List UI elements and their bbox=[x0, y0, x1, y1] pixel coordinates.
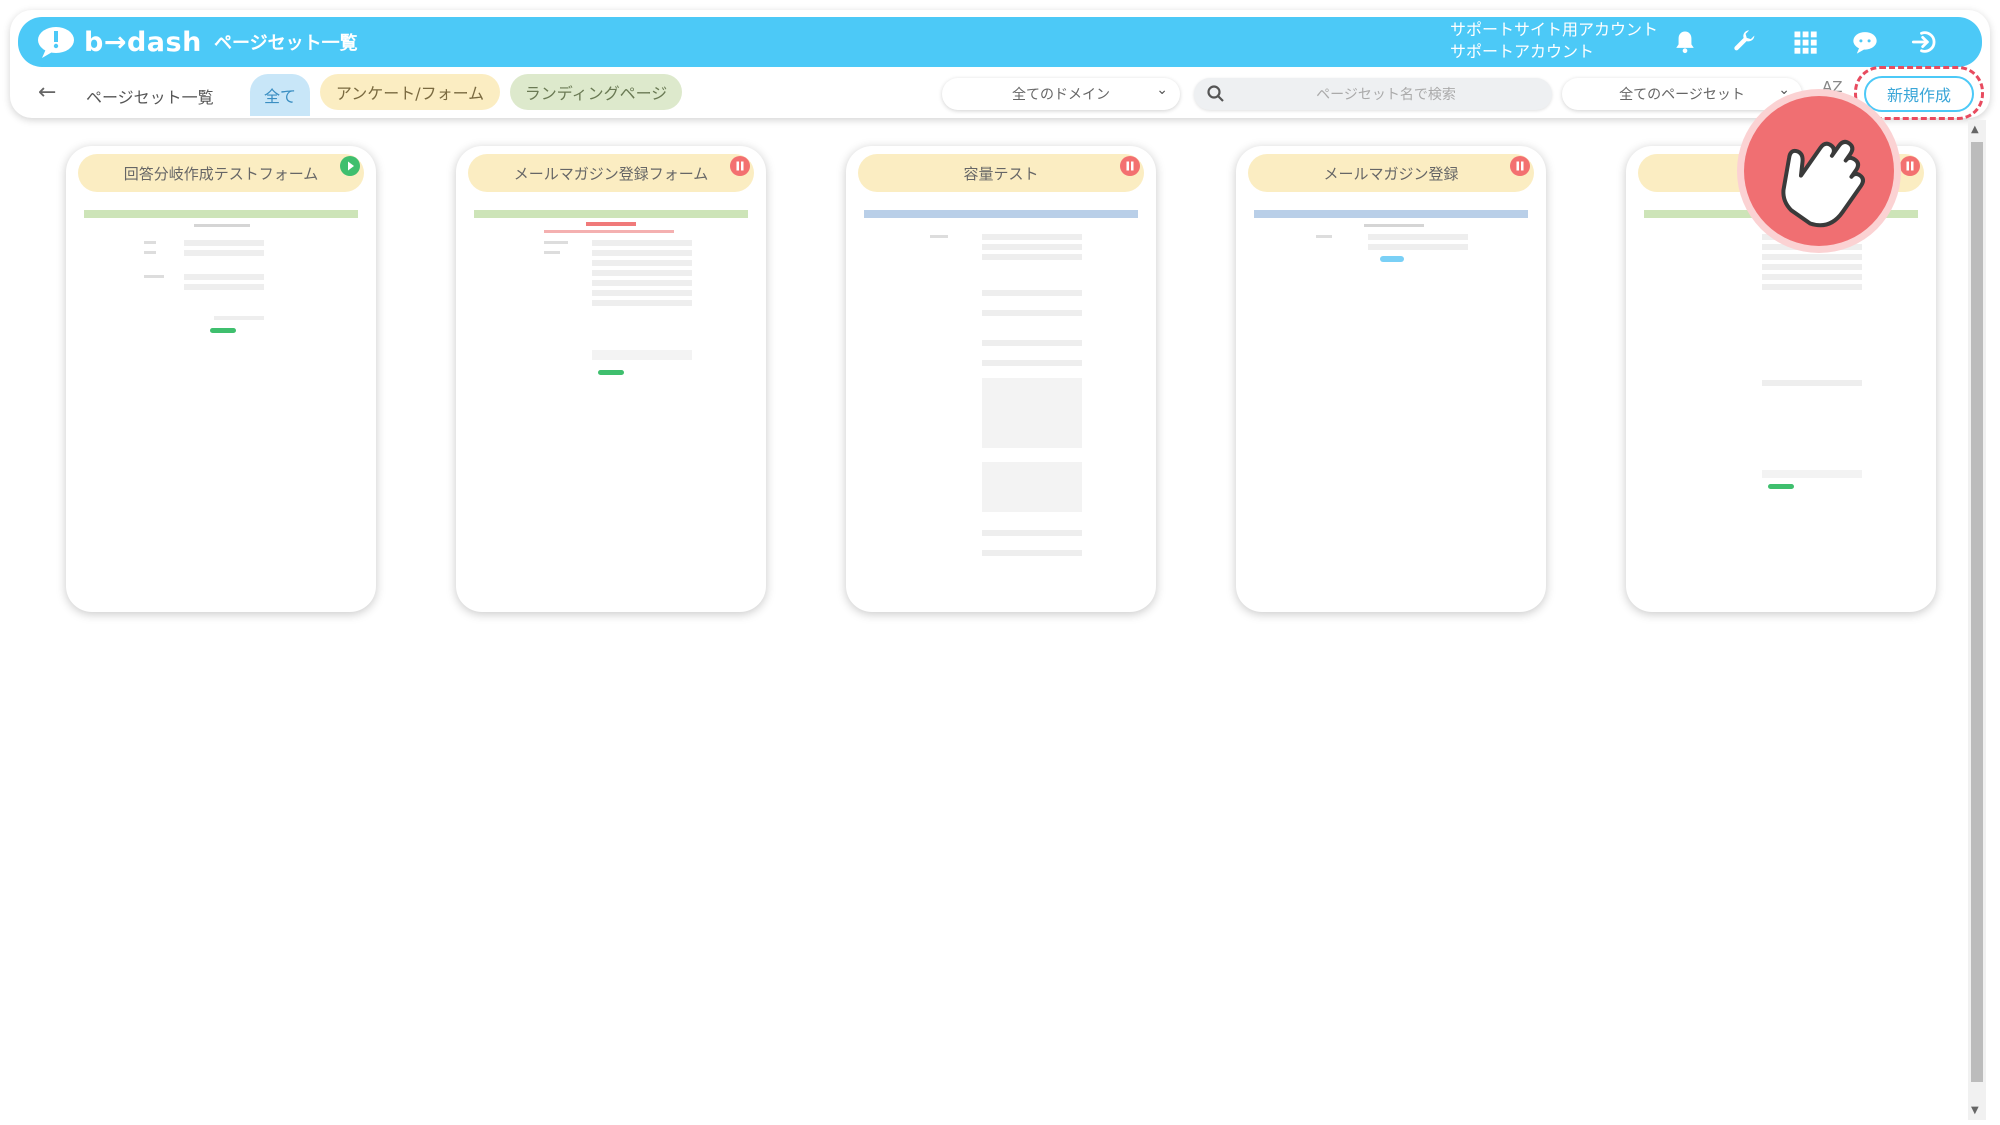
pageset-card[interactable]: メールマガジン登録フォーム bbox=[456, 146, 766, 612]
pause-status-icon[interactable] bbox=[1510, 156, 1530, 176]
bell-icon[interactable] bbox=[1670, 27, 1700, 57]
logo[interactable]: b→dash bbox=[36, 25, 202, 59]
back-arrow-icon[interactable]: ← bbox=[38, 80, 56, 105]
chat-bubble-icon[interactable] bbox=[1850, 27, 1880, 57]
vertical-scrollbar[interactable]: ▲ ▼ bbox=[1968, 120, 1986, 1120]
sub-navigation: ← ページセット一覧 全て アンケート/フォーム ランディングページ 全てのドメ… bbox=[0, 66, 2000, 120]
page-title: ページセット一覧 bbox=[214, 33, 358, 54]
card-title: 容量テスト bbox=[858, 154, 1144, 192]
pageset-select-value: 全てのページセット bbox=[1619, 87, 1745, 103]
tab-survey-form[interactable]: アンケート/フォーム bbox=[320, 74, 500, 110]
scroll-down-icon[interactable]: ▼ bbox=[1971, 1105, 1979, 1116]
sort-toggle[interactable]: AZ bbox=[1822, 78, 1843, 96]
pause-status-icon[interactable] bbox=[730, 156, 750, 176]
scrollbar-thumb[interactable] bbox=[1971, 142, 1983, 1082]
search-icon bbox=[1207, 85, 1224, 102]
search-input[interactable] bbox=[1234, 82, 1538, 108]
page-thumbnail bbox=[1644, 210, 1918, 489]
wrench-icon[interactable] bbox=[1730, 27, 1760, 57]
card-title: メールマガジン登録 bbox=[1248, 154, 1534, 192]
card-title: 回答分岐作成テストフォーム bbox=[78, 154, 364, 192]
chevron-down-icon: ⌄ bbox=[1156, 82, 1168, 98]
account-user: サポートアカウント bbox=[1450, 42, 1595, 61]
grid-icon[interactable] bbox=[1790, 27, 1820, 57]
pageset-card[interactable]: 回答分岐作成テストフォーム bbox=[66, 146, 376, 612]
domain-select[interactable]: 全てのドメイン ⌄ bbox=[942, 78, 1180, 110]
search-box bbox=[1194, 78, 1552, 110]
account-name: サポートサイト用アカウント bbox=[1450, 20, 1659, 39]
breadcrumb: ページセット一覧 bbox=[86, 88, 214, 107]
play-status-icon[interactable] bbox=[340, 156, 360, 176]
logout-icon[interactable] bbox=[1910, 27, 1940, 57]
tab-all[interactable]: 全て bbox=[250, 74, 310, 116]
logo-text: b→dash bbox=[84, 26, 202, 58]
top-bar: b→dash ページセット一覧 サポートサイト用アカウント サポートアカウント bbox=[18, 17, 1982, 67]
page-thumbnail bbox=[864, 210, 1138, 556]
pause-status-icon[interactable] bbox=[1120, 156, 1140, 176]
domain-select-value: 全てのドメイン bbox=[1012, 87, 1110, 103]
page-thumbnail bbox=[474, 210, 748, 375]
pause-status-icon[interactable] bbox=[1900, 156, 1920, 176]
pointing-hand-icon bbox=[1781, 139, 1865, 228]
pageset-card[interactable]: 容量テスト bbox=[846, 146, 1156, 612]
account-info[interactable]: サポートサイト用アカウント サポートアカウント bbox=[1450, 19, 1658, 63]
pageset-card[interactable]: メールマガジン登録 bbox=[1236, 146, 1546, 612]
card-title: メールマガジン登録フォーム bbox=[468, 154, 754, 192]
logo-bubble-icon bbox=[38, 27, 74, 58]
tab-landing-page[interactable]: ランディングページ bbox=[510, 74, 682, 110]
pointer-hand-overlay bbox=[1744, 96, 1894, 246]
page-thumbnail bbox=[84, 210, 358, 333]
page-thumbnail bbox=[1254, 210, 1528, 262]
scroll-up-icon[interactable]: ▲ bbox=[1971, 124, 1979, 135]
